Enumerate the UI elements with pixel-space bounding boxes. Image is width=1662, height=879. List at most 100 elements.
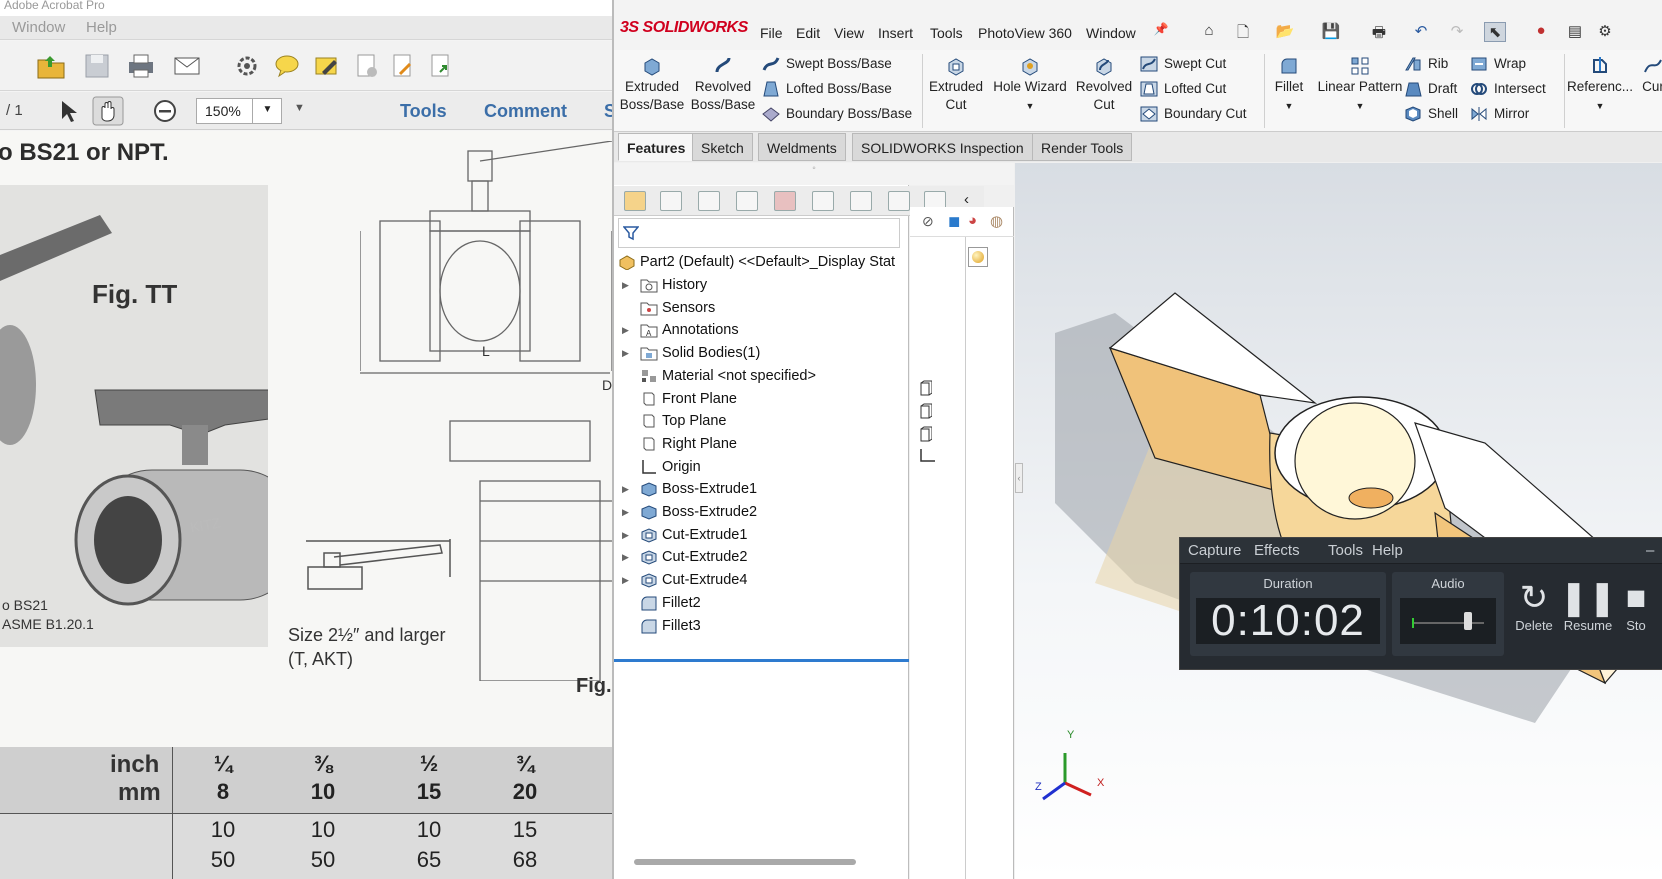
menu-window[interactable]: Window: [1086, 25, 1136, 41]
tree-node-fillet3[interactable]: Fillet3: [614, 614, 909, 638]
simulation-tab-icon[interactable]: [888, 191, 910, 211]
curves-button[interactable]: Cur: [1638, 56, 1662, 96]
tree-node-boss-extrude1[interactable]: ▶ Boss-Extrude1: [614, 477, 909, 501]
comment-icon[interactable]: [272, 52, 302, 80]
tree-node-annotations[interactable]: ▶ A Annotations: [614, 318, 909, 342]
expand-arrow-icon[interactable]: ▶: [622, 500, 629, 524]
menu-tools[interactable]: Tools: [930, 25, 963, 41]
tools-link[interactable]: Tools: [400, 101, 447, 122]
open-icon[interactable]: [36, 52, 66, 80]
home-icon[interactable]: ⌂: [1198, 22, 1220, 42]
share-link[interactable]: S: [604, 101, 612, 122]
expand-arrow-icon[interactable]: ▶: [622, 318, 629, 342]
stop-button[interactable]: ■ Sto: [1616, 578, 1656, 633]
revolved-cut-button[interactable]: Revolved Cut: [1072, 56, 1136, 114]
top-plane-display-icon[interactable]: [918, 403, 932, 419]
revolved-boss-button[interactable]: Revolved Boss/Base: [690, 56, 756, 114]
undo-icon[interactable]: ↶: [1410, 22, 1432, 42]
save-icon[interactable]: 💾: [1320, 22, 1342, 42]
extruded-boss-button[interactable]: Extruded Boss/Base: [618, 56, 686, 114]
origin-display-icon[interactable]: [918, 448, 936, 464]
file-properties-icon[interactable]: ▤: [1564, 22, 1586, 42]
cam-tab-icon[interactable]: [812, 191, 834, 211]
shell-button[interactable]: Shell: [1402, 103, 1458, 125]
open-icon[interactable]: 📂: [1274, 22, 1296, 42]
expand-arrow-icon[interactable]: ▶: [622, 523, 629, 547]
displaymanager-tab-icon[interactable]: [774, 191, 796, 211]
part-appearance-swatch[interactable]: [968, 247, 988, 267]
new-document-icon[interactable]: 🗋: [1232, 22, 1254, 42]
boundary-cut-button[interactable]: Boundary Cut: [1138, 103, 1247, 125]
graphics-viewport[interactable]: ‹ Y X Z: [1015, 163, 1662, 879]
expand-arrow-icon[interactable]: ▶: [622, 545, 629, 569]
print-icon[interactable]: [126, 52, 156, 80]
right-plane-display-icon[interactable]: [918, 426, 932, 442]
intersect-button[interactable]: Intersect: [1468, 78, 1546, 100]
linear-pattern-dropdown-icon[interactable]: ▼: [1356, 101, 1365, 111]
tab-features[interactable]: Features: [618, 133, 695, 161]
select-icon[interactable]: ⬉: [1484, 22, 1506, 42]
options-gear-icon[interactable]: ⚙: [1594, 22, 1616, 42]
lofted-boss-button[interactable]: Lofted Boss/Base: [760, 78, 892, 100]
print-icon[interactable]: 🖶: [1368, 22, 1390, 42]
highlight-icon[interactable]: [312, 52, 342, 80]
transparency-column-icon[interactable]: ◍: [990, 212, 1003, 230]
menu-window[interactable]: Window: [12, 19, 65, 36]
hole-wizard-button[interactable]: Hole Wizard ▼: [990, 56, 1070, 115]
fillet-button[interactable]: Fillet ▼: [1266, 56, 1312, 115]
tree-node-sensors[interactable]: Sensors: [614, 296, 909, 320]
tree-node-boss-extrude2[interactable]: ▶ Boss-Extrude2: [614, 500, 909, 524]
reference-dropdown-icon[interactable]: ▼: [1596, 101, 1605, 111]
fillet-dropdown-icon[interactable]: ▼: [1285, 101, 1294, 111]
page-delete-icon[interactable]: [352, 52, 382, 80]
extruded-cut-button[interactable]: Extruded Cut: [924, 56, 988, 114]
menu-photoview[interactable]: PhotoView 360: [978, 25, 1072, 41]
pin-icon[interactable]: 📌: [1150, 22, 1172, 42]
front-plane-display-icon[interactable]: [918, 380, 932, 396]
tab-inspection[interactable]: SOLIDWORKS Inspection: [852, 133, 1033, 161]
zoom-dropdown[interactable]: ▼: [252, 98, 282, 124]
audio-slider-thumb[interactable]: [1464, 612, 1472, 630]
dimxpert-tab-icon[interactable]: [736, 191, 758, 211]
configurationmanager-tab-icon[interactable]: [698, 191, 720, 211]
capture-menu-capture[interactable]: Capture: [1188, 542, 1241, 559]
expand-arrow-icon[interactable]: ▶: [622, 341, 629, 365]
swept-boss-button[interactable]: Swept Boss/Base: [760, 53, 892, 75]
menu-edit[interactable]: Edit: [796, 25, 820, 41]
email-icon[interactable]: [172, 52, 202, 80]
hole-wizard-dropdown-icon[interactable]: ▼: [1026, 101, 1035, 111]
delete-button[interactable]: ↻ Delete: [1504, 578, 1564, 633]
hand-tool-icon[interactable]: [92, 96, 124, 126]
menu-help[interactable]: Help: [86, 19, 117, 36]
expand-arrow-icon[interactable]: ▶: [622, 477, 629, 501]
rib-button[interactable]: Rib: [1402, 53, 1448, 75]
tree-node-material-not-specified[interactable]: Material <not specified>: [614, 364, 909, 388]
tree-node-fillet2[interactable]: Fillet2: [614, 591, 909, 615]
select-arrow-icon[interactable]: [56, 98, 80, 124]
inspection-tab-icon[interactable]: [850, 191, 872, 211]
capture-menu-effects[interactable]: Effects: [1254, 542, 1300, 559]
draft-button[interactable]: Draft: [1402, 78, 1457, 100]
expand-arrow-icon[interactable]: ▶: [622, 568, 629, 592]
appearance-column-icon[interactable]: ◕: [968, 212, 977, 229]
collapse-panel-icon[interactable]: ‹: [964, 191, 969, 208]
propertymanager-tab-icon[interactable]: [660, 191, 682, 211]
tree-horizontal-scrollbar[interactable]: [634, 859, 856, 865]
comment-link[interactable]: Comment: [484, 101, 567, 122]
tree-root-part[interactable]: Part2 (Default) <<Default>_Display Stat: [614, 250, 909, 274]
menu-view[interactable]: View: [834, 25, 864, 41]
capture-menu-tools[interactable]: Tools: [1328, 542, 1363, 559]
tree-node-history[interactable]: ▶ History: [614, 273, 909, 297]
reference-geometry-button[interactable]: Referenc... ▼: [1566, 56, 1634, 115]
tree-node-front-plane[interactable]: Front Plane: [614, 387, 909, 411]
tree-node-top-plane[interactable]: Top Plane: [614, 409, 909, 433]
page-export-icon[interactable]: [426, 52, 456, 80]
expand-arrow-icon[interactable]: ▶: [622, 273, 629, 297]
capture-menu-help[interactable]: Help: [1372, 542, 1403, 559]
tree-filter-field[interactable]: [618, 218, 900, 248]
display-mode-column-icon[interactable]: ◼: [948, 212, 960, 230]
page-sign-icon[interactable]: [388, 52, 418, 80]
save-icon[interactable]: [82, 52, 112, 80]
tree-node-cut-extrude2[interactable]: ▶ Cut-Extrude2: [614, 545, 909, 569]
zoom-out-icon[interactable]: [152, 99, 178, 123]
